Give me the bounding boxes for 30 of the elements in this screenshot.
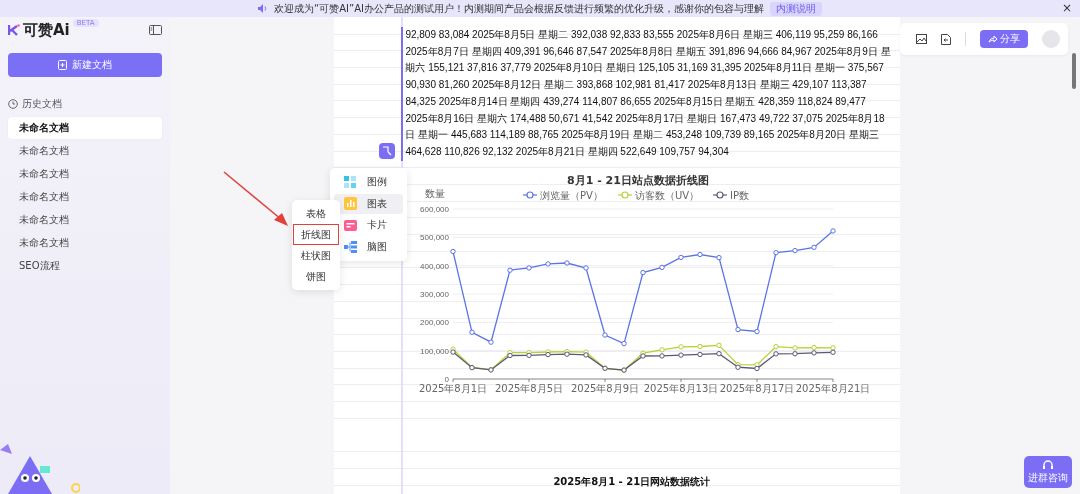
y-tick-label: 500,000 [420,232,450,242]
text-line: 期六 155,121 37,816 37,779 2025年8月10日 星期日 125,105 31,169 31,395 2025年8月11日 星期一 375,567 [405,61,884,76]
y-tick-label: 100,000 [420,346,450,356]
legend-label: 浏览量（PV） [540,189,604,201]
text-line: 90,930 81,260 2025年8月12日 星期二 393,868 102,981 81,417 2025年8月13日 星期三 429,107 113,387 [405,78,867,93]
chart-title: 8月1 - 21日站点数据折线图 [567,173,710,187]
section-heading: 2025年8月1 - 21日网站数据统计 [553,474,711,489]
x-tick-label: 2025年8月5日 [495,382,564,394]
history-title: 历史文档 [22,97,62,111]
y-tick-label: 600,000 [420,204,450,214]
text-line: 84,325 2025年8月14日 星期四 439,274 114,807 86,655 2025年8月15日 星期五 428,359 118,824 89,477 [405,94,866,109]
notice-text: 欢迎成为“可赞AI”AI办公产品的测试用户！内测期间产品会根据反馈进行频繁的优化升级，感谢你的包容与理解 [274,1,764,16]
y-tick-label: 200,000 [420,317,450,327]
y-tick-label: 300,000 [420,289,450,299]
y-tick-label: 400,000 [420,261,450,271]
x-tick-label: 2025年8月9日 [571,382,640,394]
legend-label: 访客数（UV） [635,189,700,201]
x-tick-label: 2025年8月1日 [419,382,488,394]
y-axis-label: 数量 [425,187,446,199]
x-tick-label: 2025年8月21日 [796,382,871,394]
x-tick-label: 2025年8月13日 [644,382,719,394]
text-line: 464,628 110,826 92,132 2025年8月21日 星期四 522,649 109,757 94,304 [405,144,729,159]
x-tick-label: 2025年8月17日 [720,382,795,394]
text-line: 2025年8月16日 星期六 174,488 50,671 41,542 2025年8月17日 星期日 167,473 49,722 37,075 2025年8月18 [405,111,885,126]
legend-label: IP数 [730,189,750,201]
text-line: 日 星期一 445,683 114,189 88,765 2025年8月19日 星期二 453,248 109,739 89,165 2025年8月20日 星期三 [405,128,879,143]
y-tick-label: 0 [444,374,450,384]
text-line: 92,809 83,084 2025年8月5日 星期二 392,038 92,833 83,555 2025年8月6日 星期三 406,119 95,259 86,166 [405,28,878,42]
logo-text: 可赞Ai [23,20,70,40]
text-line: 2025年8月7日 星期四 409,391 96,646 87,547 2025年8月8日 星期五 391,896 94,666 84,967 2025年8月9日 星 [405,44,891,59]
